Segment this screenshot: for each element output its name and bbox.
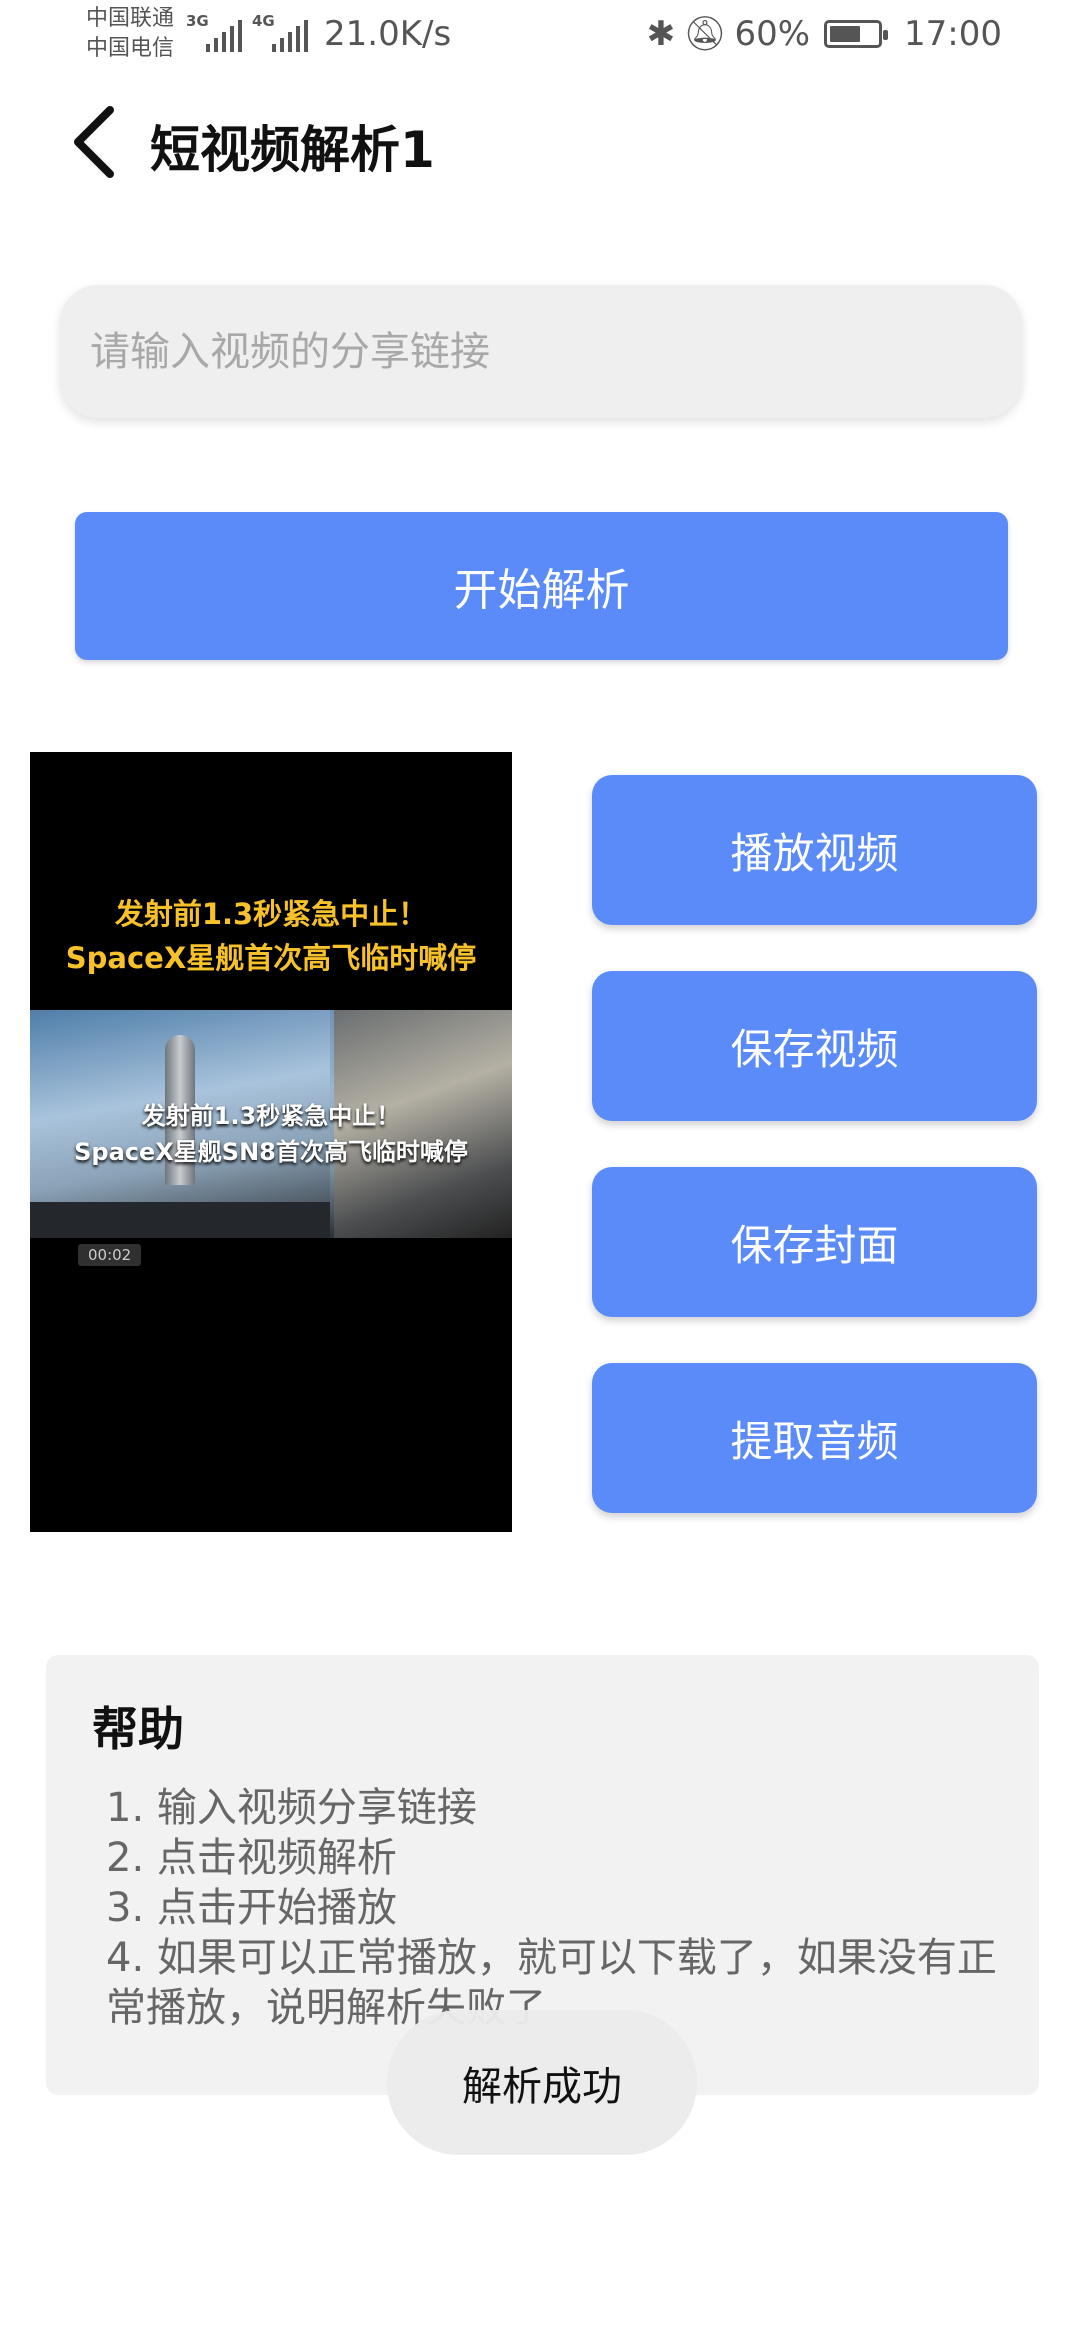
signal-icon	[272, 18, 308, 52]
overlay-line-1: 发射前1.3秒紧急中止！	[141, 1102, 401, 1130]
video-caption-line-1: 发射前1.3秒紧急中止！	[114, 897, 428, 931]
battery-percent: 60%	[734, 14, 811, 54]
mute-bell-icon: 🔕︎	[683, 14, 727, 54]
play-video-button[interactable]: 播放视频	[592, 775, 1037, 925]
help-step: 3. 点击开始播放	[106, 1885, 397, 1931]
carrier-1: 中国联通	[86, 6, 175, 31]
video-caption: 发射前1.3秒紧急中止！ SpaceX星舰首次高飞临时喊停	[30, 892, 512, 980]
clock: 17:00	[904, 14, 1002, 54]
battery-icon	[824, 20, 889, 48]
overlay-line-2: SpaceX星舰SN8首次高飞临时喊停	[74, 1138, 468, 1166]
help-title: 帮助	[92, 1702, 184, 1756]
carrier-info: 中国联通 中国电信	[86, 4, 174, 64]
signal-icon	[206, 18, 242, 52]
thumbnail-overlay-text: 发射前1.3秒紧急中止！ SpaceX星舰SN8首次高飞临时喊停	[30, 1098, 512, 1170]
video-thumbnail: 发射前1.3秒紧急中止！ SpaceX星舰SN8首次高飞临时喊停	[30, 1010, 512, 1238]
extract-audio-button[interactable]: 提取音频	[592, 1363, 1037, 1513]
start-parse-button[interactable]: 开始解析	[75, 512, 1008, 660]
video-timestamp: 00:02	[78, 1244, 142, 1266]
help-step: 1. 输入视频分享链接	[106, 1785, 477, 1831]
help-list: 1. 输入视频分享链接 2. 点击视频解析 3. 点击开始播放 4. 如果可以正…	[106, 1783, 1006, 2033]
toast-message: 解析成功	[387, 2010, 697, 2155]
app-header: 短视频解析1	[0, 90, 1080, 200]
save-cover-button[interactable]: 保存封面	[592, 1167, 1037, 1317]
video-preview[interactable]: 发射前1.3秒紧急中止！ SpaceX星舰首次高飞临时喊停 发射前1.3秒紧急中…	[30, 752, 512, 1532]
network-speed: 21.0K/s	[324, 14, 452, 54]
chevron-left-icon[interactable]	[68, 102, 128, 182]
carrier-2: 中国电信	[86, 36, 175, 61]
page-title: 短视频解析1	[150, 121, 435, 179]
video-caption-line-2: SpaceX星舰首次高飞临时喊停	[65, 941, 477, 975]
help-step: 2. 点击视频解析	[106, 1835, 397, 1881]
save-video-button[interactable]: 保存视频	[592, 971, 1037, 1121]
share-link-input[interactable]	[60, 285, 1022, 418]
bluetooth-icon: ✱	[646, 14, 676, 54]
status-bar: 中国联通 中国电信 3G 4G 21.0K/s ✱ 🔕︎ 60% 17:00	[0, 0, 1080, 75]
status-right: ✱ 🔕︎ 60% 17:00	[647, 14, 1002, 54]
